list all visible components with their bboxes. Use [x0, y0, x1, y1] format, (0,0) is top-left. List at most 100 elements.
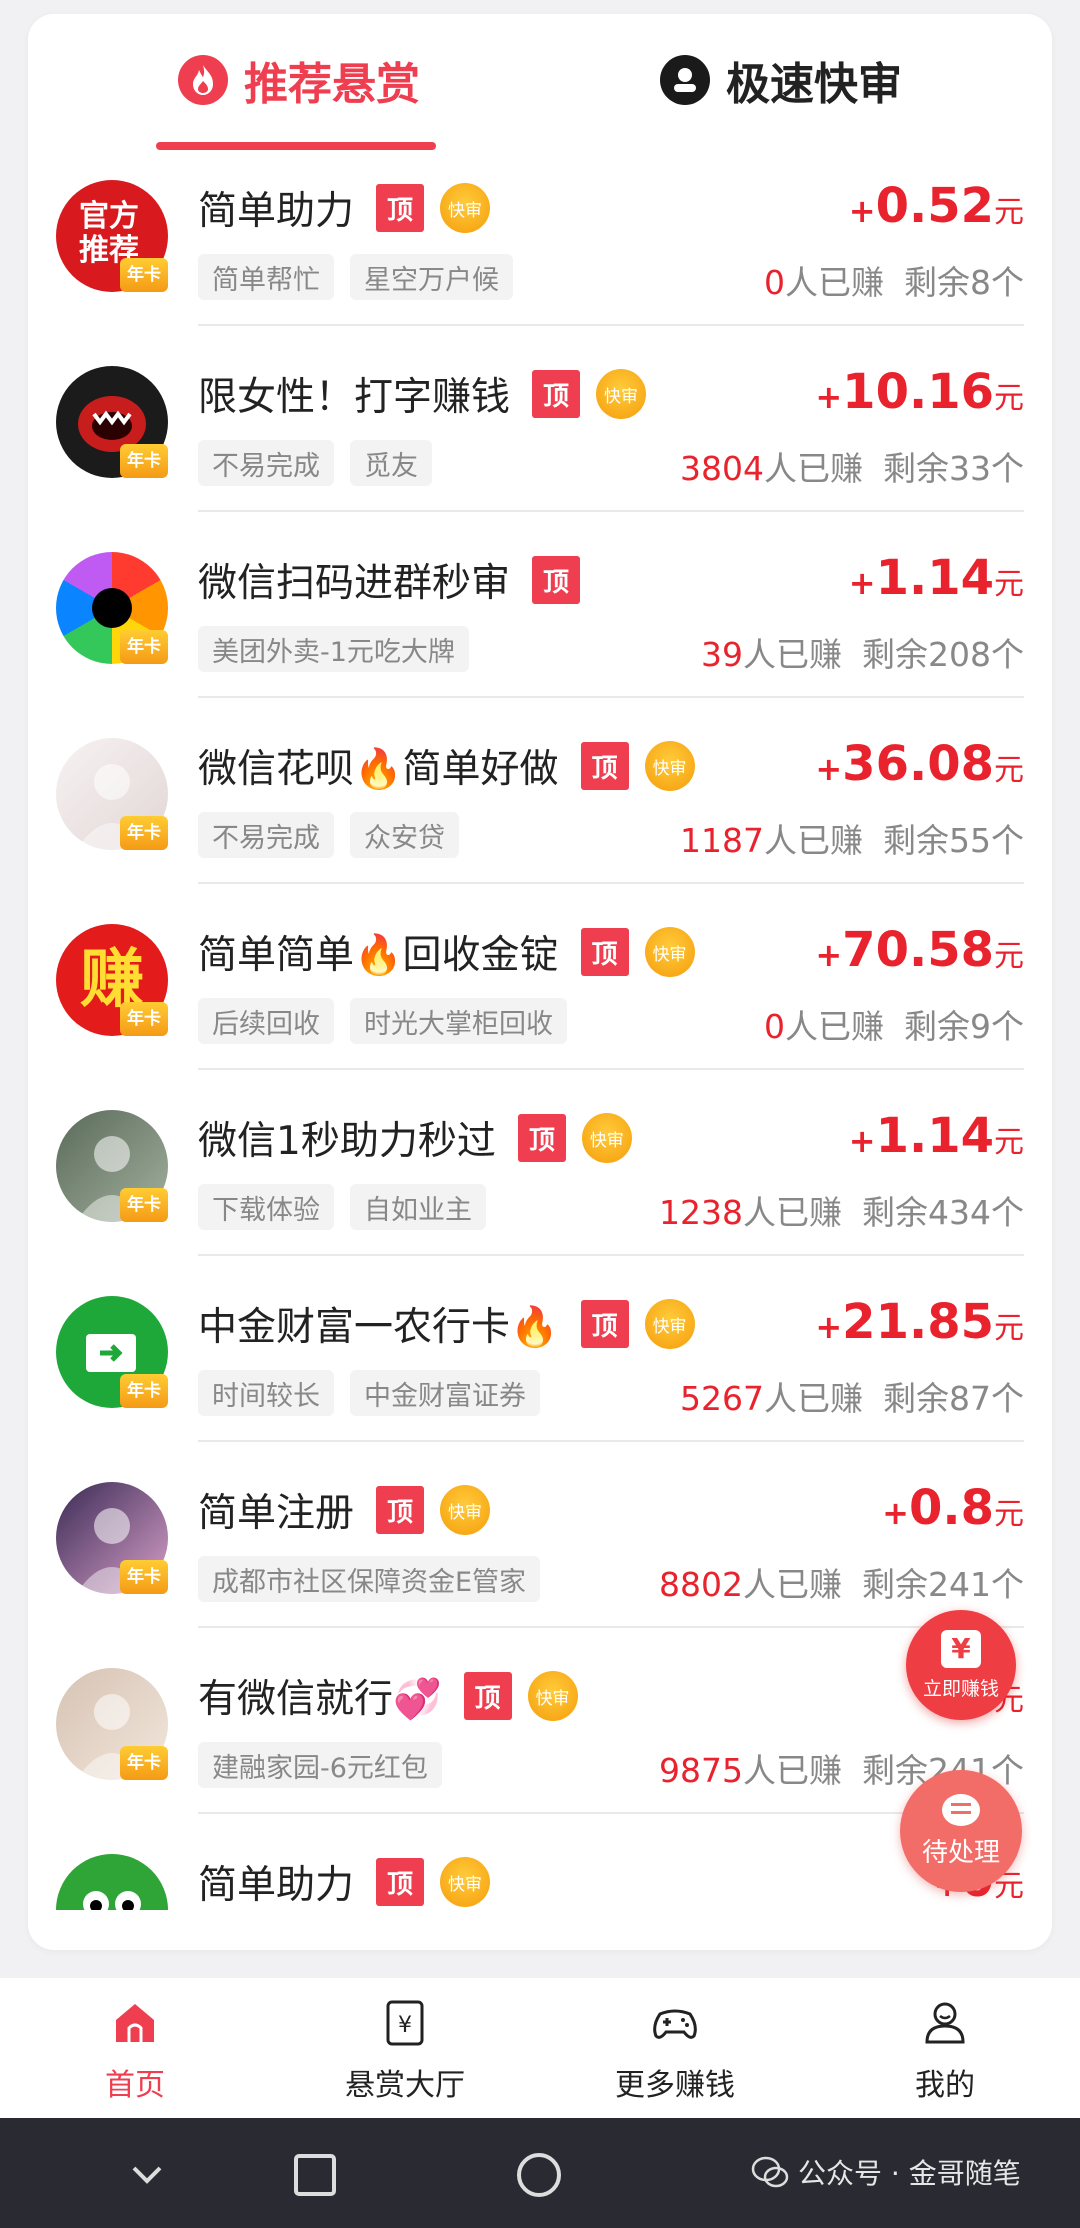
task-title: 微信扫码进群秒审: [198, 561, 511, 606]
task-title-line: 限女性！打字赚钱顶快审: [198, 366, 647, 422]
fast-review-badge: 快审: [596, 369, 647, 419]
home-icon: [108, 1996, 162, 2050]
top-badge: 顶: [376, 1486, 425, 1534]
task-title: 有微信就行💞: [198, 1677, 442, 1722]
task-stats: 1187人已赚 剩余55个: [680, 821, 1024, 860]
task-list[interactable]: 官方推荐 年卡 简单助力顶快审 +0.52元 简单帮忙 星空万户候 0人已赚 剩余8个 年卡 限女…: [28, 154, 1052, 1910]
task-title: 简单注册: [198, 1491, 355, 1536]
task-title: 简单助力: [198, 1863, 355, 1908]
year-card-badge: 年卡: [120, 1374, 168, 1408]
top-badge: 顶: [517, 1114, 566, 1162]
year-card-badge: 年卡: [120, 816, 168, 850]
tab-fast-review[interactable]: 极速快审: [660, 50, 902, 110]
task-stats: 39人已赚 剩余208个: [701, 635, 1024, 674]
chat-bubble-icon: [942, 1793, 980, 1826]
wechat-icon: [751, 2156, 789, 2188]
top-badge: 顶: [580, 742, 629, 790]
home-circle-icon[interactable]: [514, 2150, 564, 2200]
nav-profile[interactable]: 我的: [810, 1978, 1080, 2118]
year-card-badge: 年卡: [120, 444, 168, 478]
tab-recommend-label: 推荐悬赏: [244, 59, 420, 110]
tab-active-indicator: [156, 142, 436, 150]
task-row[interactable]: 官方推荐 年卡 简单助力顶快审 +0.52元 简单帮忙 星空万户候 0人已赚 剩余8个: [28, 154, 1052, 324]
task-tag: 建融家园-6元红包: [198, 1742, 442, 1788]
top-badge: 顶: [532, 370, 581, 418]
year-card-badge: 年卡: [120, 1188, 168, 1222]
top-badge: 顶: [376, 1858, 425, 1906]
task-tag: 中金财富证券: [350, 1370, 540, 1416]
top-badge: 顶: [376, 184, 425, 232]
task-tag: 时间较长: [198, 1370, 334, 1416]
top-badge: 顶: [580, 1300, 629, 1348]
flame-icon: [178, 55, 228, 105]
nav-home[interactable]: 首页: [0, 1978, 270, 2118]
task-row[interactable]: 年卡 中金财富一农行卡🔥 顶快审 +21.85元 时间较长 中金财富证券 5267人已赚 剩余…: [28, 1254, 1052, 1440]
task-tag: 自如业主: [350, 1184, 486, 1230]
task-title: 微信1秒助力秒过: [198, 1119, 496, 1164]
aperture-icon: [92, 588, 132, 628]
pending-label: 待处理: [921, 1837, 1000, 1868]
task-avatar: [56, 1854, 168, 1910]
svg-text:¥: ¥: [398, 2013, 412, 2038]
task-row[interactable]: 年卡 微信花呗🔥简单好做顶快审 +36.08元不易完成 众安贷 1187人已赚 剩余55个: [28, 696, 1052, 882]
nav-bounty-hall[interactable]: ¥ 悬赏大厅: [270, 1978, 540, 2118]
user-badge-icon: [660, 55, 710, 105]
task-tag: 不易完成: [198, 812, 334, 858]
fast-review-badge: 快审: [581, 1113, 632, 1163]
task-row[interactable]: 年卡有微信就行💞顶快审+3元建融家园-6元红包9875人已赚剩余241个: [28, 1626, 1052, 1812]
pending-button[interactable]: 待处理: [900, 1770, 1022, 1892]
fast-review-badge: 快审: [440, 1485, 491, 1535]
task-tags: 成都市社区保障资金E管家: [198, 1556, 556, 1602]
task-tags: 不易完成 众安贷: [198, 812, 475, 858]
top-badge: 顶: [463, 1672, 512, 1720]
task-title-line: 中金财富一农行卡🔥 顶快审: [198, 1296, 695, 1352]
task-row[interactable]: 年卡 微信1秒助力秒过顶快审 +1.14元 下载体验 自如业主 1238人已赚 剩余434个: [28, 1068, 1052, 1254]
chevron-down-icon[interactable]: [122, 2150, 172, 2200]
task-tags: 下载体验 自如业主: [198, 1184, 502, 1230]
fast-review-badge: 快审: [644, 927, 695, 977]
fast-review-badge: 快审: [440, 1857, 491, 1907]
task-reward: +70.58元: [815, 922, 1024, 978]
task-tag: 不易完成: [198, 440, 334, 486]
task-reward: +1.14元: [848, 1108, 1024, 1164]
earn-now-label: 立即赚钱: [922, 1677, 999, 1700]
fast-review-badge: 快审: [527, 1671, 578, 1721]
system-nav-bar: 公众号 · 金哥随笔: [0, 2118, 1080, 2228]
task-stats: 3804人已赚 剩余33个: [680, 449, 1024, 488]
task-title-line: 简单助力顶快审: [198, 180, 491, 236]
task-row[interactable]: 年卡 简单注册顶快审 +0.8元 成都市社区保障资金E管家 8802人已赚 剩余241个: [28, 1440, 1052, 1626]
earn-now-button[interactable]: ¥ 立即赚钱: [906, 1610, 1016, 1720]
profile-icon: [918, 1996, 972, 2050]
task-tags: 后续回收 时光大掌柜回收: [198, 998, 583, 1044]
task-row[interactable]: 年卡 微信扫码进群秒审顶 +1.14元 美团外卖-1元吃大牌 39人已赚 剩余208个: [28, 510, 1052, 696]
task-tags: 简单帮忙 星空万户候: [198, 254, 529, 300]
task-row[interactable]: 年卡简单助力顶快审+0元下载体验去哪儿旅行 - 领红包800人已赚剩余31个: [28, 1812, 1052, 1910]
task-row[interactable]: 年卡 限女性！打字赚钱顶快审 +10.16元 不易完成 觅友 3804人已赚 剩余33个: [28, 324, 1052, 510]
top-badge: 顶: [580, 928, 629, 976]
task-tag: 下载体验: [198, 1184, 334, 1230]
recent-apps-icon[interactable]: [290, 2150, 340, 2200]
task-title-line: 微信花呗🔥简单好做顶快审: [198, 738, 695, 794]
task-title-line: 微信1秒助力秒过顶快审: [198, 1110, 632, 1166]
task-title: 微信花呗🔥简单好做: [198, 747, 559, 792]
task-row[interactable]: 赚年卡 简单简单🔥回收金锭顶快审 +70.58元 后续回收 时光大掌柜回收 0人已赚 剩余9…: [28, 882, 1052, 1068]
year-card-badge: 年卡: [120, 1002, 168, 1036]
nav-bounty-hall-label: 悬赏大厅: [345, 2068, 465, 2103]
task-reward: +36.08元: [815, 736, 1024, 792]
task-tags: 美团外卖-1元吃大牌: [198, 626, 485, 672]
task-tag: 简单帮忙: [198, 254, 334, 300]
avatar-official-text: 官方推荐: [79, 199, 139, 268]
tab-recommend[interactable]: 推荐悬赏: [178, 50, 420, 110]
task-title-line: 有微信就行💞 顶快审: [198, 1668, 578, 1724]
task-tag: 觅友: [350, 440, 432, 486]
task-tag: 众安贷: [350, 812, 459, 858]
task-title-line: 简单简单🔥回收金锭顶快审: [198, 924, 695, 980]
bounty-hall-icon: ¥: [378, 1996, 432, 2050]
tab-fast-review-label: 极速快审: [726, 59, 902, 110]
top-badge: 顶: [532, 556, 581, 604]
task-tag: 后续回收: [198, 998, 334, 1044]
task-list-card: 推荐悬赏 极速快审 官方推荐 年卡 简单助力顶快审 +0.52元 简单帮忙 星空万户候 0人…: [28, 14, 1052, 1950]
task-reward: +21.85元: [815, 1294, 1024, 1350]
task-title-line: 简单注册顶快审: [198, 1482, 491, 1538]
nav-more-earn[interactable]: 更多赚钱: [540, 1978, 810, 2118]
